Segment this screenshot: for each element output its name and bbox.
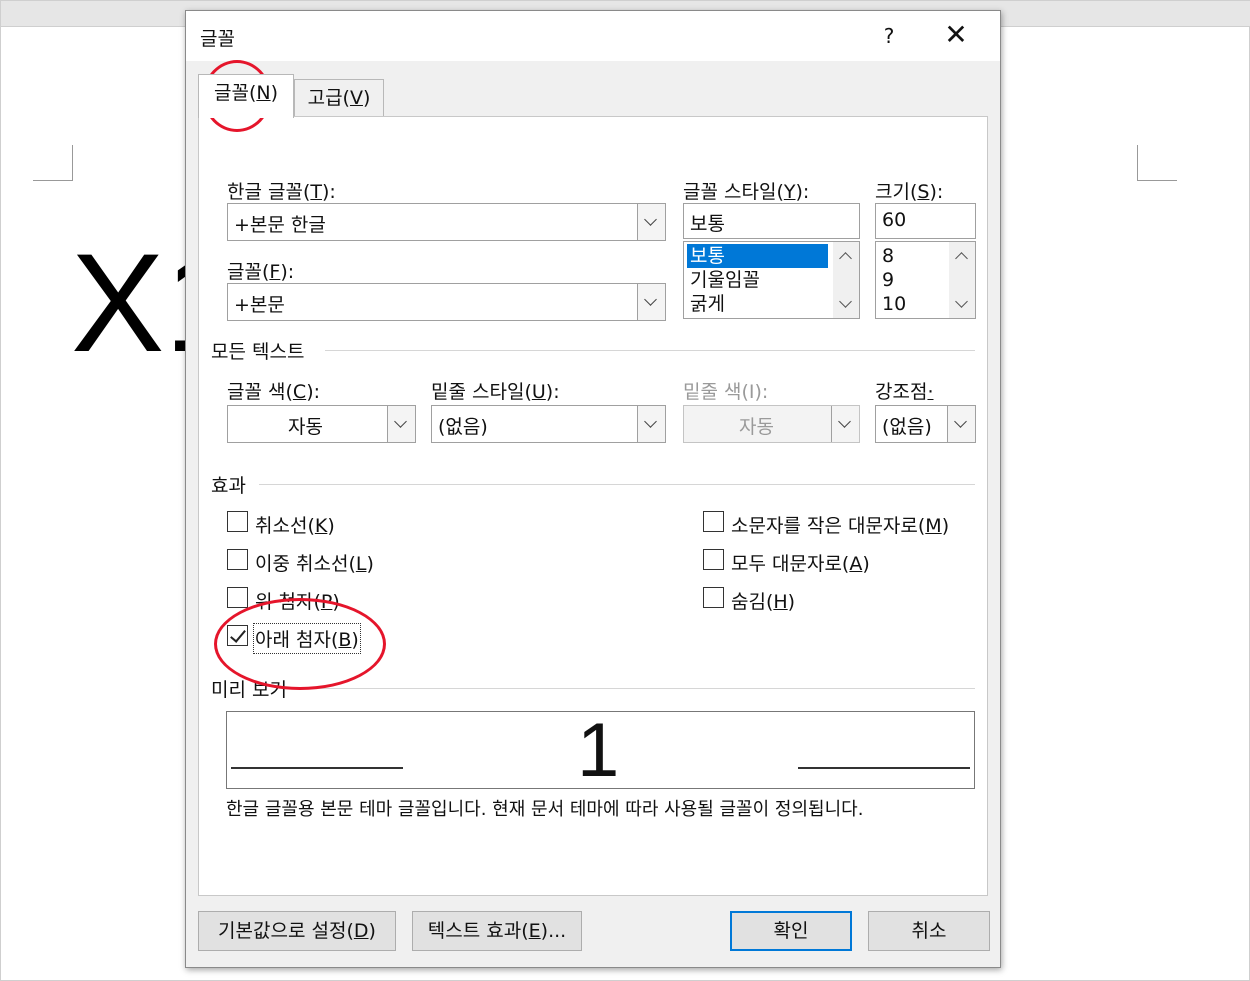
chevron-up-icon[interactable] xyxy=(839,252,852,265)
strikethrough-label[interactable]: 취소선(K) xyxy=(255,511,335,538)
title-bar: 글꼴 ? ✕ xyxy=(186,11,1000,61)
list-item[interactable]: 9 xyxy=(879,268,894,292)
tab-font-label: 글꼴(N) xyxy=(213,82,278,104)
section-divider xyxy=(325,350,975,351)
font-color-combo[interactable]: 자동 xyxy=(227,405,416,443)
underline-color-combo: 자동 xyxy=(683,405,860,443)
all-caps-checkbox[interactable] xyxy=(703,549,724,570)
list-item[interactable]: 보통 xyxy=(687,244,828,268)
underline-style-combo[interactable]: (없음) xyxy=(431,405,666,443)
emphasis-value: (없음) xyxy=(882,416,932,438)
underline-color-label: 밑줄 색(I): xyxy=(683,381,769,403)
text-effects-button[interactable]: 텍스트 효과(E)... xyxy=(412,911,582,951)
subscript-label[interactable]: 아래 첨자(B) xyxy=(253,623,361,654)
chevron-down-icon[interactable] xyxy=(637,284,665,320)
effects-heading: 효과 xyxy=(211,475,246,497)
tab-advanced[interactable]: 고급(V) xyxy=(294,79,384,116)
section-divider xyxy=(299,688,975,689)
chevron-down-icon[interactable] xyxy=(387,406,415,442)
korean-font-combo[interactable]: +본문 한글 xyxy=(227,203,666,241)
cancel-button[interactable]: 취소 xyxy=(868,911,990,951)
font-combo[interactable]: +본문 xyxy=(227,283,666,321)
help-button[interactable]: ? xyxy=(876,21,902,51)
list-item[interactable]: 8 xyxy=(879,244,894,268)
superscript-label[interactable]: 위 첨자(P) xyxy=(255,587,340,614)
emphasis-label: 강조점· xyxy=(875,381,934,403)
font-style-input[interactable]: 보통 xyxy=(683,203,860,239)
underline-style-label: 밑줄 스타일(U): xyxy=(431,381,560,403)
font-color-label: 글꼴 색(C): xyxy=(227,381,321,403)
all-caps-label[interactable]: 모두 대문자로(A) xyxy=(731,549,870,576)
font-label: 글꼴(F): xyxy=(227,261,295,283)
hidden-checkbox[interactable] xyxy=(703,587,724,608)
list-item[interactable]: 10 xyxy=(879,292,906,316)
size-label: 크기(S): xyxy=(875,181,944,203)
scrollbar[interactable] xyxy=(833,242,859,318)
chevron-down-icon[interactable] xyxy=(839,295,852,308)
font-color-value: 자동 xyxy=(288,416,323,438)
chevron-down-icon[interactable] xyxy=(637,204,665,240)
korean-font-value: +본문 한글 xyxy=(234,214,326,236)
chevron-down-icon[interactable] xyxy=(955,295,968,308)
small-caps-label[interactable]: 소문자를 작은 대문자로(M) xyxy=(731,511,949,538)
underline-style-value: (없음) xyxy=(438,416,488,438)
preview-description: 한글 글꼴용 본문 테마 글꼴입니다. 현재 문서 테마에 따라 사용될 글꼴이… xyxy=(226,799,864,820)
chevron-down-icon[interactable] xyxy=(637,406,665,442)
preview-line-left xyxy=(231,767,403,769)
size-input[interactable]: 60 xyxy=(875,203,976,239)
all-text-heading: 모든 텍스트 xyxy=(211,341,305,363)
tab-font[interactable]: 글꼴(N) xyxy=(198,74,294,118)
double-strikethrough-label[interactable]: 이중 취소선(L) xyxy=(255,549,374,576)
double-strikethrough-checkbox[interactable] xyxy=(227,549,248,570)
margin-mark-left xyxy=(33,145,73,181)
size-list[interactable]: 8 9 10 xyxy=(875,241,976,319)
list-item[interactable]: 굵게 xyxy=(687,292,725,316)
superscript-checkbox[interactable] xyxy=(227,587,248,608)
ok-button[interactable]: 확인 xyxy=(730,911,852,951)
font-style-label: 글꼴 스타일(Y): xyxy=(683,181,810,203)
preview-line-right xyxy=(798,767,970,769)
close-button[interactable]: ✕ xyxy=(938,19,974,53)
font-style-input-value: 보통 xyxy=(690,213,725,235)
tab-advanced-label: 고급(V) xyxy=(307,87,371,109)
preview-box: 1 xyxy=(226,708,975,793)
emphasis-combo[interactable]: (없음) xyxy=(875,405,976,443)
underline-color-value: 자동 xyxy=(739,416,774,438)
chevron-down-icon xyxy=(831,406,859,442)
chevron-up-icon[interactable] xyxy=(955,252,968,265)
font-value: +본문 xyxy=(234,294,285,316)
preview-heading: 미리 보기 xyxy=(211,679,287,701)
chevron-down-icon[interactable] xyxy=(947,406,975,442)
set-default-button[interactable]: 기본값으로 설정(D) xyxy=(198,911,396,951)
scrollbar[interactable] xyxy=(949,242,975,318)
font-dialog: 글꼴 ? ✕ 글꼴(N) 고급(V) 한글 글꼴(T): +본문 한글 글꼴(F… xyxy=(185,10,1001,968)
size-input-value: 60 xyxy=(882,209,907,231)
list-item[interactable]: 기울임꼴 xyxy=(687,268,760,292)
dialog-title: 글꼴 xyxy=(200,28,235,50)
small-caps-checkbox[interactable] xyxy=(703,511,724,532)
strikethrough-checkbox[interactable] xyxy=(227,511,248,532)
preview-sample: 1 xyxy=(577,708,620,793)
margin-mark-right xyxy=(1137,145,1177,181)
korean-font-label: 한글 글꼴(T): xyxy=(227,181,336,203)
hidden-label[interactable]: 숨김(H) xyxy=(731,587,795,614)
subscript-checkbox[interactable] xyxy=(227,625,248,646)
font-style-list[interactable]: 보통 기울임꼴 굵게 xyxy=(683,241,860,319)
section-divider xyxy=(259,484,975,485)
